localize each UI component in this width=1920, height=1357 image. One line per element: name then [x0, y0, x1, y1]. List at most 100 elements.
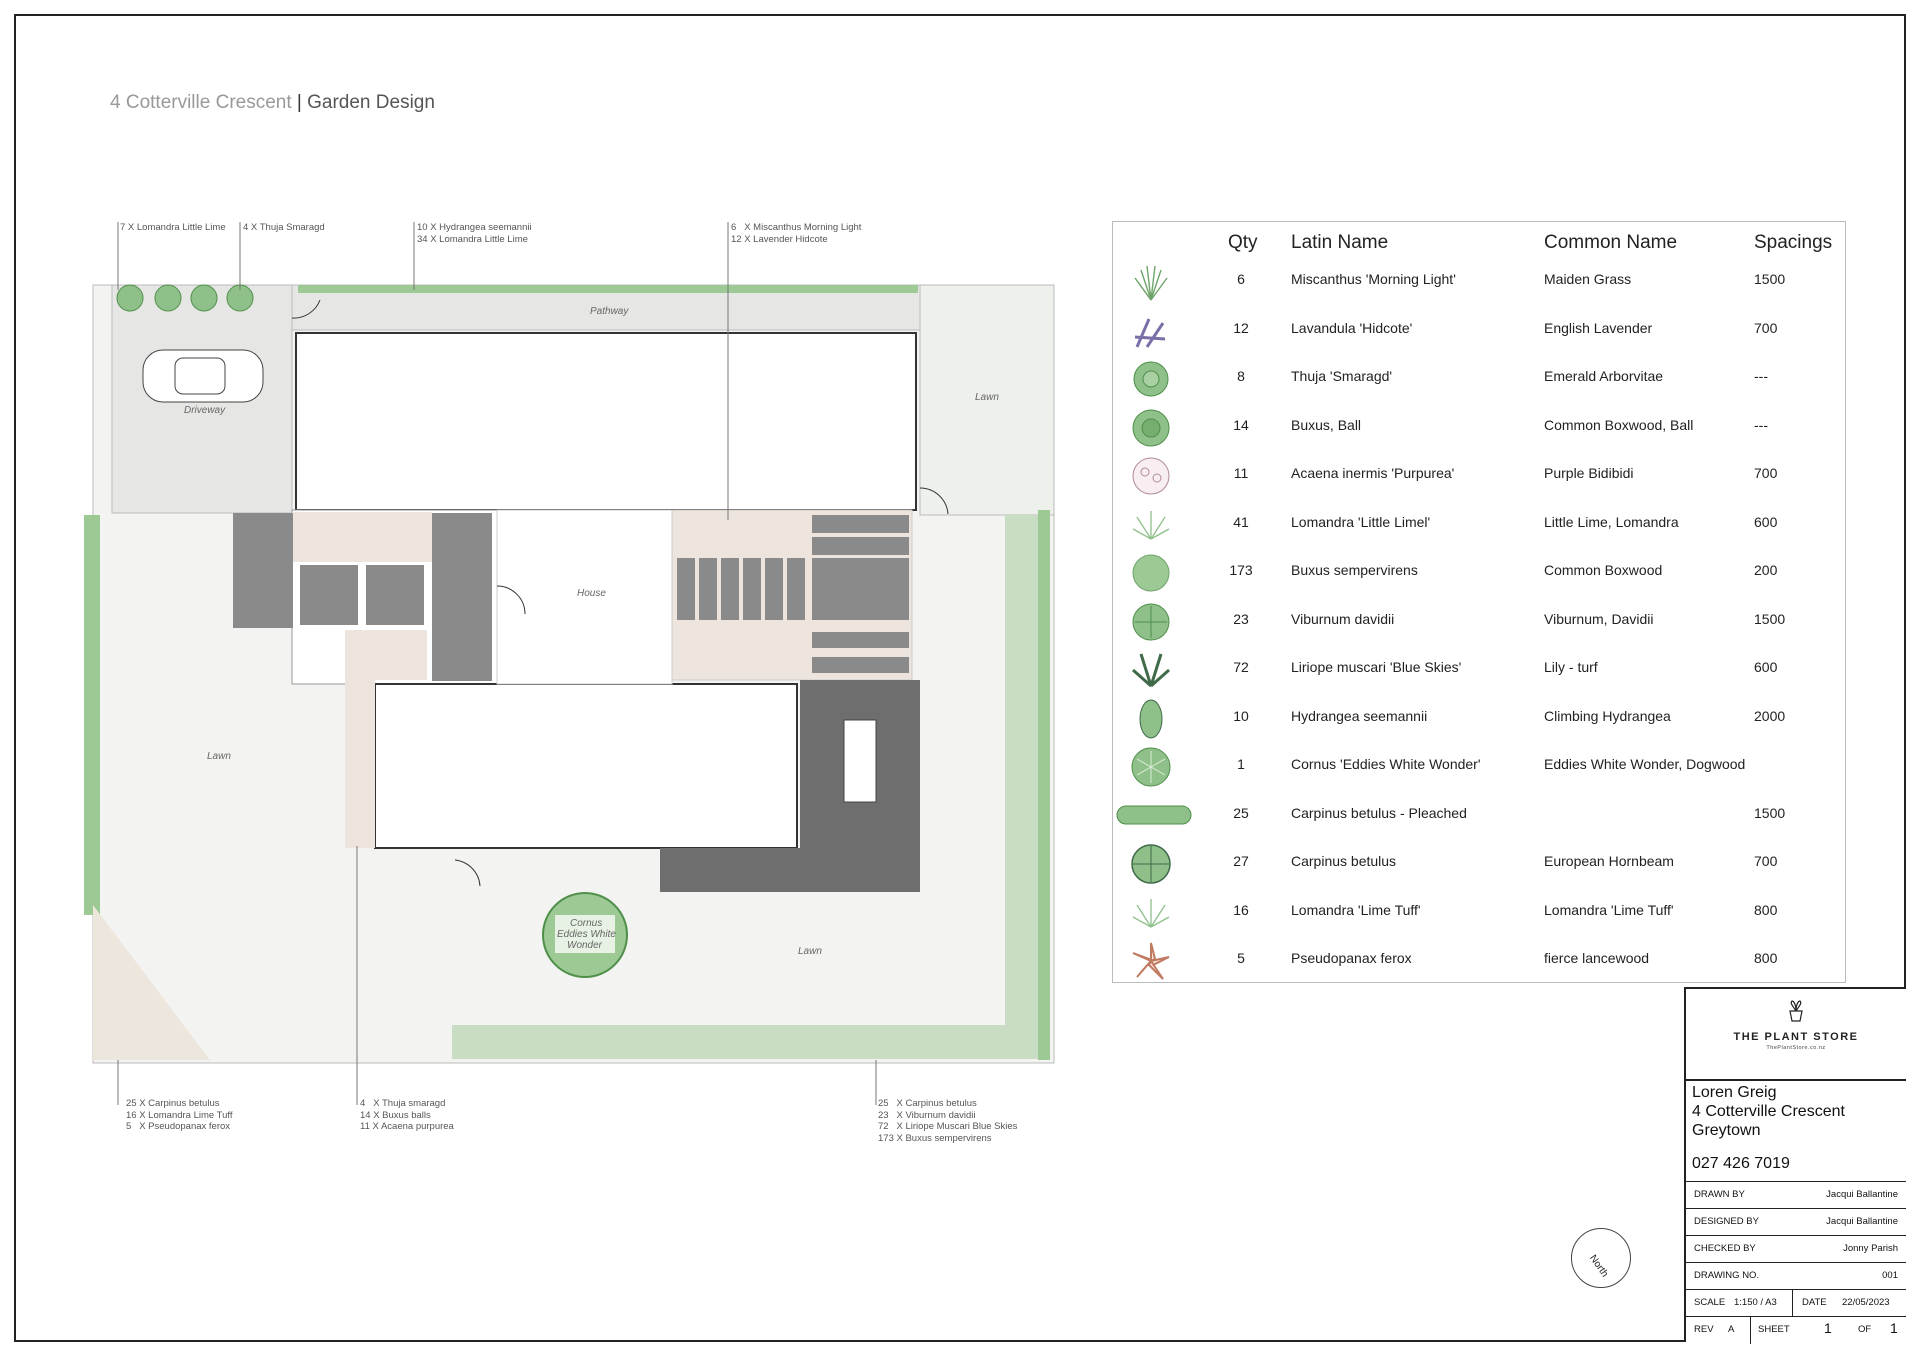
schedule-qty: 6 — [1237, 271, 1245, 287]
schedule-common-name: Climbing Hydrangea — [1544, 707, 1671, 724]
callout-top-1: 7 X Lomandra Little Lime — [120, 222, 226, 233]
tb-divider — [1686, 1289, 1906, 1290]
schedule-latin-name: Buxus sempervirens — [1291, 562, 1418, 578]
schedule-header-qty: Qty — [1228, 232, 1258, 253]
schedule-row: 5 Pseudopanax ferox fierce lancewood 800 — [1113, 937, 1847, 985]
schedule-row: 6 Miscanthus 'Morning Light' Maiden Grass 1… — [1113, 258, 1847, 306]
spiky-plant-icon — [1132, 942, 1170, 980]
schedule-common-name: Lomandra 'Lime Tuff' — [1544, 901, 1674, 918]
label-lawn-west: Lawn — [207, 751, 231, 762]
hedge-west — [84, 515, 100, 915]
schedule-qty: 12 — [1233, 319, 1249, 336]
schedule-row: 23 Viburnum davidii Viburnum, Davidii 1500 — [1113, 598, 1847, 646]
hornbeam-icon — [1131, 844, 1171, 884]
schedule-qty: 16 — [1233, 901, 1249, 918]
schedule-row: 11 Acaena inermis 'Purpurea' Purple Bidibi… — [1113, 452, 1847, 500]
schedule-latin-name: Acaena inermis 'Purpurea' — [1291, 465, 1455, 481]
tb-vdivider — [1750, 1316, 1751, 1344]
checked-by-label: CHECKED BY — [1694, 1243, 1756, 1254]
callout-top-4: 6 X Miscanthus Morning Light 12 X Lavend… — [731, 222, 862, 245]
client-address-2: Greytown — [1692, 1122, 1761, 1139]
schedule-row: 173 Buxus sempervirens Common Boxwood 200 — [1113, 549, 1847, 597]
schedule-common-name: Common Boxwood — [1544, 562, 1663, 578]
schedule-spacing: 2000 — [1754, 707, 1786, 724]
schedule-spacing: --- — [1754, 416, 1768, 433]
tb-divider — [1686, 1208, 1906, 1209]
conifer-icon — [1133, 361, 1169, 397]
rev-value: A — [1728, 1324, 1735, 1335]
schedule-spacing: 1500 — [1754, 610, 1786, 627]
drawn-by-label: DRAWN BY — [1694, 1189, 1745, 1200]
groundcover-icon — [1132, 457, 1170, 495]
schedule-latin-name: Viburnum davidii — [1291, 610, 1395, 627]
tb-vdivider — [1792, 1289, 1793, 1316]
drawn-by-value: Jacqui Ballantine — [1826, 1189, 1898, 1200]
schedule-qty: 1 — [1237, 756, 1245, 772]
schedule-qty: 11 — [1233, 465, 1249, 481]
label-lawn-south: Lawn — [798, 946, 822, 957]
schedule-row: 12 Lavandula 'Hidcote' English Lavender 700 — [1113, 307, 1847, 355]
schedule-latin-name: Miscanthus 'Morning Light' — [1291, 271, 1456, 287]
schedule-common-name: Emerald Arborvitae — [1544, 368, 1664, 384]
sheet-label: SHEET — [1758, 1324, 1790, 1335]
schedule-spacing: 800 — [1754, 901, 1778, 918]
west-bed-lower — [345, 630, 427, 680]
schedule-qty: 8 — [1237, 368, 1245, 384]
label-driveway: Driveway — [184, 405, 226, 416]
schedule-common-name: Viburnum, Davidii — [1544, 610, 1654, 627]
designed-by-label: DESIGNED BY — [1694, 1216, 1759, 1227]
schedule-common-name: Purple Bidibidi — [1544, 465, 1634, 481]
schedule-common-name: Eddies White Wonder, Dogwood — [1544, 756, 1746, 772]
schedule-row: 14 Buxus, Ball Common Boxwood, Ball --- — [1113, 404, 1847, 452]
schedule-qty: 25 — [1233, 804, 1249, 821]
schedule-common-name: Common Boxwood, Ball — [1544, 416, 1694, 433]
north-label: North — [1586, 1253, 1611, 1280]
date-label: DATE — [1802, 1297, 1827, 1308]
company-logo: THE PLANT STORE ThePlantStore.co.nz — [1686, 989, 1906, 1081]
callout-bottom-3: 25 X Carpinus betulus 23 X Viburnum davi… — [878, 1098, 1018, 1144]
rev-label: REV — [1694, 1324, 1714, 1335]
client-details: Loren Greig 4 Cotterville Crescent Greyt… — [1692, 1083, 1845, 1140]
label-lawn-ne: Lawn — [975, 392, 999, 403]
schedule-qty: 27 — [1233, 853, 1249, 869]
garden-plan: Pathway Driveway Lawn Lawn Lawn House Co… — [84, 222, 1055, 1105]
schedule-latin-name: Buxus, Ball — [1291, 416, 1362, 433]
schedule-latin-name: Thuja 'Smaragd' — [1291, 368, 1393, 384]
drawing-no-value: 001 — [1882, 1270, 1898, 1281]
schedule-spacing: --- — [1754, 368, 1768, 384]
schedule-latin-name: Liriope muscari 'Blue Skies' — [1291, 659, 1462, 675]
paving-west-1 — [233, 513, 293, 628]
callout-bottom-1: 25 X Carpinus betulus 16 X Lomandra Lime… — [126, 1098, 233, 1132]
sheet-value: 1 — [1824, 1320, 1832, 1336]
label-feature-tree-2: Eddies White — [557, 929, 616, 940]
lavender-icon — [1134, 317, 1166, 348]
house-north-block — [295, 332, 917, 511]
house-south-block — [374, 683, 798, 849]
hedge-east — [1005, 510, 1050, 1060]
west-bed — [292, 512, 432, 562]
schedule-row: 16 Lomandra 'Lime Tuff' Lomandra 'Lime Tuf… — [1113, 889, 1847, 937]
tb-divider — [1686, 1235, 1906, 1236]
grass-tuft-icon — [1132, 898, 1170, 928]
liriope-icon — [1132, 653, 1170, 688]
schedule-row: 25 Carpinus betulus - Pleached 1500 — [1113, 792, 1847, 840]
schedule-spacing: 1500 — [1754, 804, 1786, 821]
ornamental-grass-icon — [1134, 265, 1168, 301]
callout-top-3: 10 X Hydrangea seemannii 34 X Lomandra L… — [417, 222, 532, 245]
schedule-row: 41 Lomandra 'Little Limel' Little Lime, Lo… — [1113, 501, 1847, 549]
designed-by-value: Jacqui Ballantine — [1826, 1216, 1898, 1227]
hedge-plant-icon — [1132, 554, 1170, 592]
company-url: ThePlantStore.co.nz — [1766, 1045, 1826, 1051]
schedule-spacing: 700 — [1754, 465, 1778, 481]
schedule-header-spacing: Spacings — [1754, 232, 1833, 253]
schedule-latin-name: Lavandula 'Hidcote' — [1291, 319, 1413, 336]
schedule-header-latin: Latin Name — [1291, 232, 1389, 253]
schedule-qty: 10 — [1233, 707, 1249, 724]
schedule-qty: 41 — [1233, 513, 1249, 530]
schedule-latin-name: Pseudopanax ferox — [1291, 950, 1412, 966]
label-house: House — [577, 588, 606, 599]
schedule-common-name: Little Lime, Lomandra — [1544, 513, 1679, 530]
schedule-latin-name: Lomandra 'Lime Tuff' — [1291, 901, 1421, 918]
callout-bottom-2: 4 X Thuja smaragd 14 X Buxus balls 11 X … — [360, 1098, 454, 1132]
north-arrow: North — [1571, 1228, 1631, 1288]
